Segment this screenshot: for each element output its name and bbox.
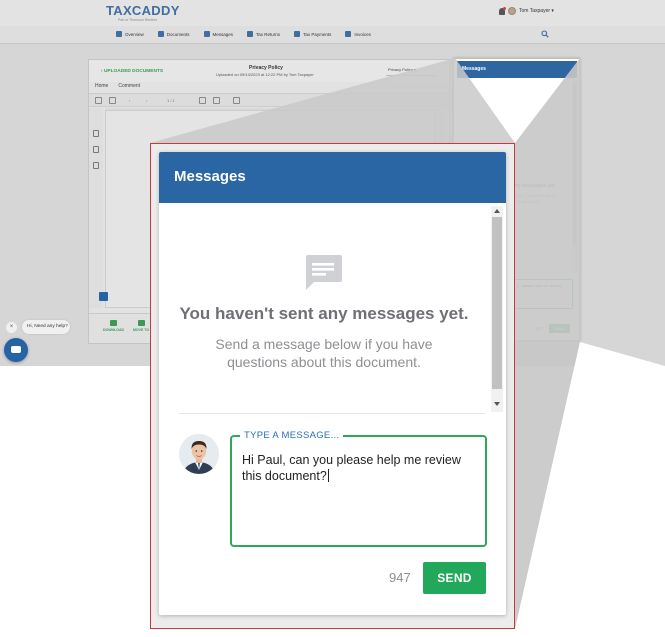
document-select[interactable]: Privacy Policy ▾	[386, 67, 436, 76]
document-subtitle: Uploaded on 09/14/2023 at 12:22 PM by To…	[216, 72, 314, 77]
nav-invoices[interactable]: Invoices	[345, 31, 371, 37]
user-menu[interactable]: Tom Taxpayer ▾	[499, 6, 554, 15]
messages-header: Messages	[159, 152, 506, 203]
message-field-label: TYPE A MESSAGE...	[240, 430, 344, 441]
thumbnail-scroll-thumb	[573, 84, 576, 244]
nav-label: Tax Payments	[303, 31, 332, 37]
zoom-in-icon[interactable]	[213, 97, 220, 104]
home-icon	[116, 31, 122, 37]
select-value: Privacy Policy	[388, 67, 413, 72]
viewer-toolbar: ‹ › 1 / 1	[89, 93, 449, 107]
app-header: TAXCADDY Part of Thomson Reuters Tom Tax…	[0, 0, 665, 26]
text-caret	[327, 469, 329, 482]
message-input[interactable]: Hi Paul, can you please help me review t…	[242, 452, 477, 537]
chat-bubble-icon	[306, 255, 342, 290]
attachment-icon[interactable]	[93, 162, 99, 169]
move-to-label: MOVE TO	[133, 328, 150, 332]
documents-icon	[157, 31, 164, 37]
search-icon[interactable]	[541, 30, 549, 38]
next-page-icon[interactable]: ›	[146, 98, 147, 103]
nav-label: Tax Returns	[256, 31, 281, 37]
messages-icon	[203, 31, 210, 37]
taxcaddy-logo[interactable]: TAXCADDY	[106, 3, 180, 18]
chat-icon	[11, 346, 21, 353]
nav-documents[interactable]: Documents	[157, 31, 190, 37]
screenshot-root: TAXCADDY Part of Thomson Reuters Tom Tax…	[0, 0, 665, 637]
thumbnail-send-button: SEND	[549, 324, 570, 333]
user-avatar-small	[508, 7, 516, 15]
back-to-documents-link[interactable]: ‹ UPLOADED DOCUMENTS	[101, 69, 163, 74]
tab-home[interactable]: Home	[95, 83, 108, 89]
download-icon	[110, 320, 117, 326]
nav-overview[interactable]: Overview	[116, 31, 144, 37]
user-name: Tom Taxpayer ▾	[519, 8, 554, 14]
tab-comment[interactable]: Comment	[118, 83, 140, 89]
send-button[interactable]: SEND	[423, 562, 486, 594]
nav-tax-payments[interactable]: Tax Payments	[294, 31, 331, 37]
messages-panel-thumbnail-header: Messages	[457, 61, 577, 78]
search-doc-icon[interactable]	[93, 146, 99, 153]
prev-page-icon[interactable]: ‹	[129, 98, 130, 103]
messages-panel: Messages You haven't sent any messages y…	[159, 152, 506, 615]
dollar-icon	[294, 31, 301, 37]
thumbnail-char-count: 947	[536, 326, 544, 331]
triangle-down-icon[interactable]	[491, 399, 503, 409]
invoice-icon	[345, 31, 352, 37]
triangle-up-icon[interactable]	[491, 206, 503, 216]
download-button[interactable]: DOWNLOAD	[103, 320, 124, 332]
nav-label: Documents	[166, 31, 190, 37]
document-header: ‹ UPLOADED DOCUMENTS Privacy Policy Uplo…	[89, 60, 449, 82]
nav-tax-returns[interactable]: Tax Returns	[247, 31, 280, 37]
hand-tool-icon[interactable]	[95, 97, 102, 104]
messages-title: Messages	[174, 168, 246, 185]
bell-icon[interactable]	[499, 6, 506, 15]
scroll-thumb[interactable]	[492, 217, 502, 389]
message-list[interactable]: You haven't sent any messages yet. Send …	[159, 203, 506, 413]
help-bubble[interactable]: Hi, Need any help?	[22, 320, 70, 334]
thumbnails-icon[interactable]	[93, 130, 99, 137]
character-count: 947	[389, 570, 411, 585]
viewer-sidebar	[89, 108, 103, 308]
fullscreen-button[interactable]	[99, 292, 108, 301]
message-input-text: Hi Paul, can you please help me review t…	[242, 453, 461, 483]
logo-subtitle: Part of Thomson Reuters	[118, 18, 158, 22]
tax-returns-icon	[247, 31, 254, 37]
thumbnail-scrollbar	[572, 80, 577, 273]
message-list-scrollbar[interactable]	[491, 206, 503, 412]
thumbnail-empty-title: any messages yet.	[512, 183, 557, 189]
user-avatar	[179, 434, 219, 474]
nav-messages[interactable]: Messages	[203, 31, 234, 37]
close-help-icon[interactable]: ×	[6, 322, 17, 333]
zoom-out-icon[interactable]	[199, 97, 206, 104]
chat-launcher-button[interactable]	[4, 338, 28, 362]
move-icon	[137, 320, 145, 326]
viewer-tabs: Home Comment	[95, 83, 140, 89]
nav-label: Messages	[212, 31, 234, 37]
composer-divider	[179, 413, 485, 414]
nav-label: Overview	[125, 31, 144, 37]
empty-state-title: You haven't sent any messages yet.	[179, 304, 469, 323]
zoom-callout-frame: Messages You haven't sent any messages y…	[150, 143, 515, 629]
thumbnail-message-field: p, please help me review	[513, 279, 573, 309]
main-nav: Overview Documents Messages Tax Returns …	[0, 26, 665, 44]
thumbnail-empty-subtitle: elow if you have about this document.	[514, 193, 557, 204]
fit-page-icon[interactable]	[233, 97, 240, 104]
notification-dot	[503, 6, 506, 10]
move-to-button[interactable]: MOVE TO	[133, 320, 149, 332]
back-label: UPLOADED DOCUMENTS	[103, 69, 164, 74]
select-tool-icon[interactable]	[109, 97, 116, 104]
nav-label: Invoices	[354, 31, 371, 37]
page-indicator[interactable]: 1 / 1	[167, 98, 175, 103]
message-field[interactable]: TYPE A MESSAGE... Hi Paul, can you pleas…	[230, 430, 487, 547]
empty-state-subtitle: Send a message below if you have questio…	[215, 336, 433, 370]
download-label: DOWNLOAD	[103, 328, 124, 332]
document-title: Privacy Policy	[249, 65, 283, 71]
